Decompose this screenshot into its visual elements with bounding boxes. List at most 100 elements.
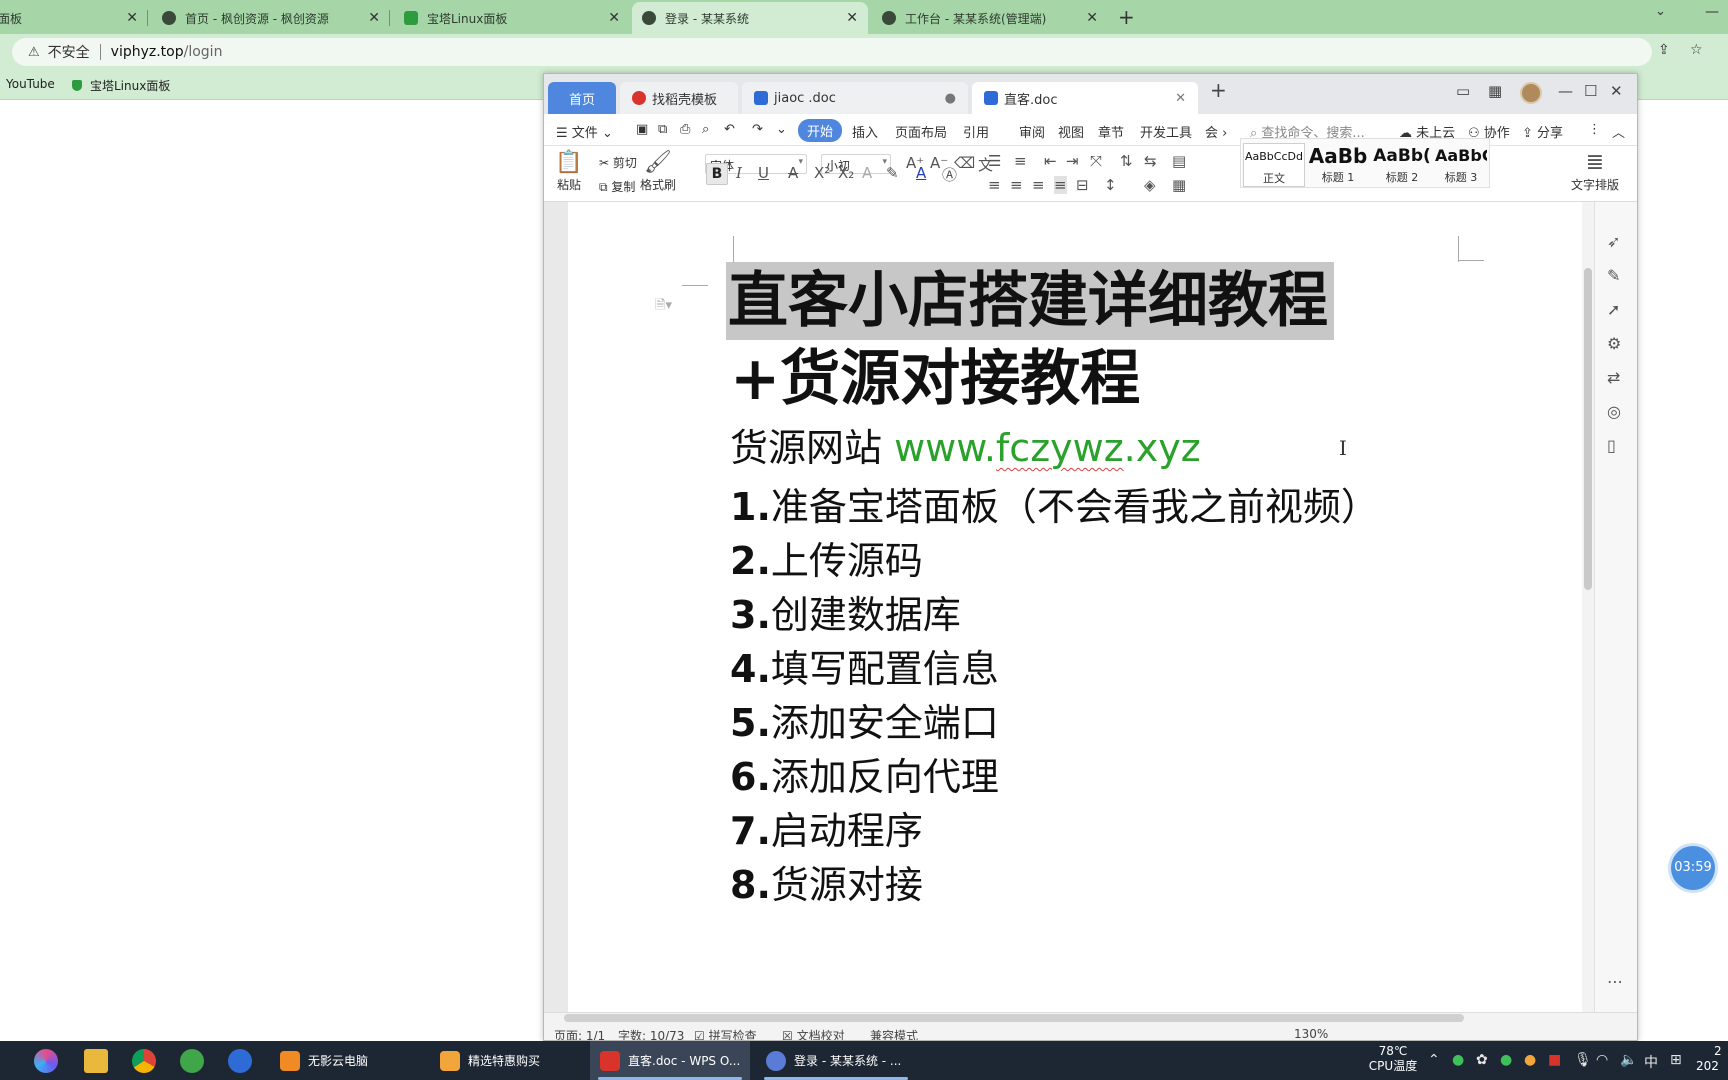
tab-more[interactable]: 会 › <box>1205 122 1227 141</box>
chevron-up-icon[interactable]: ⌃ <box>1428 1052 1440 1068</box>
align-left-icon[interactable]: ≡ <box>988 176 1001 194</box>
tab-review[interactable]: 审阅 <box>1019 122 1045 141</box>
wps-tab-template[interactable]: 找稻壳模板 <box>620 82 738 114</box>
bullet-list-icon[interactable]: ☰ <box>988 152 1001 170</box>
menu-file[interactable]: ☰ 文件 ⌄ <box>556 122 613 141</box>
line-spacing-icon[interactable]: ↕ <box>1104 176 1117 194</box>
taskbar-app-cloud-pc[interactable]: 无影云电脑 <box>270 1041 420 1080</box>
char-border-icon[interactable]: Ⓐ <box>942 164 957 185</box>
page-count[interactable]: 页面: 1/1 <box>554 1027 605 1040</box>
borders-icon[interactable]: ▦ <box>1172 176 1186 194</box>
browser-tab-baota[interactable]: 宝塔Linux面板 ✕ <box>394 2 630 34</box>
microphone-icon[interactable]: 🎙 <box>1574 1052 1592 1068</box>
tab-start[interactable]: 开始 <box>798 119 843 142</box>
avatar[interactable]: ● <box>1524 1052 1536 1068</box>
wechat-icon[interactable]: ● <box>1452 1052 1464 1068</box>
italic-button[interactable]: I <box>736 164 742 182</box>
superscript-button[interactable]: X² <box>814 164 830 182</box>
browser-tab-fengchuang[interactable]: 首页 - 枫创资源 - 枫创资源 ✕ <box>152 2 390 34</box>
avatar[interactable] <box>1520 82 1542 104</box>
book-icon[interactable]: ▯ <box>1607 436 1616 455</box>
clock[interactable]: 2 202 <box>1696 1044 1728 1074</box>
wps-tray-icon[interactable]: ■ <box>1548 1052 1561 1068</box>
scroll-thumb[interactable] <box>1584 268 1592 590</box>
zoom-level[interactable]: 130% <box>1294 1027 1328 1040</box>
tab-chapter[interactable]: 章节 <box>1098 122 1124 141</box>
wifi-icon[interactable]: ◠ <box>1596 1052 1608 1068</box>
justify-icon[interactable]: ≡ <box>1054 176 1067 194</box>
cut-button[interactable]: ✂ 剪切 <box>599 154 637 171</box>
wps-tab-zhike[interactable]: 直客.doc ✕ <box>972 82 1198 114</box>
browser-tab-panel[interactable]: 面板 ✕ <box>0 2 148 34</box>
paragraph-icon[interactable]: 🗎▾ <box>655 296 672 318</box>
copy-button[interactable]: ⧉ 复制 <box>599 178 635 195</box>
wps-tab-home[interactable]: 首页 <box>548 82 616 114</box>
text-layout-button[interactable]: ≣ 文字排版 <box>1568 150 1622 193</box>
table-ruler-icon[interactable]: ▤ <box>1172 152 1186 170</box>
underline-button[interactable]: U <box>758 164 769 182</box>
close-icon[interactable]: ✕ <box>1086 10 1098 26</box>
close-icon[interactable]: ✕ <box>846 10 858 26</box>
tab-insert[interactable]: 插入 <box>852 122 878 141</box>
print-icon[interactable]: ⎙ <box>680 122 690 137</box>
cursor-icon[interactable]: ➚ <box>1607 300 1620 319</box>
bookmark-baota[interactable]: 宝塔Linux面板 <box>72 77 170 94</box>
bookmark-youtube[interactable]: YouTube <box>6 77 55 91</box>
text-effect-icon[interactable]: A <box>862 164 872 182</box>
style-heading-2[interactable]: AaBb( 标题 2 <box>1371 143 1433 185</box>
align-center-icon[interactable]: ≡ <box>1010 176 1023 194</box>
format-painter-button[interactable]: 🖌 格式刷 <box>638 150 678 193</box>
taskbar-app-wps[interactable]: 直客.doc - WPS O... <box>590 1041 750 1080</box>
distributed-icon[interactable]: ⊟ <box>1076 176 1089 194</box>
chinese-layout-icon[interactable]: ⤧ <box>1090 152 1102 170</box>
wechat-icon[interactable]: ● <box>1500 1052 1512 1068</box>
undo-icon[interactable]: ↶ <box>724 122 735 137</box>
style-heading-1[interactable]: AaBb 标题 1 <box>1307 143 1369 185</box>
pen-icon[interactable]: ✎ <box>1607 266 1620 285</box>
document-page[interactable]: 🗎▾ 直客小店搭建详细教程 +货源对接教程 货源网站 www.fczywz.xy… <box>568 202 1592 1012</box>
word-count[interactable]: 字数: 10/73 <box>618 1027 684 1040</box>
collapse-ribbon-icon[interactable]: ︿ <box>1612 122 1625 141</box>
tab-layout[interactable]: 页面布局 <box>895 122 947 141</box>
close-icon[interactable]: ✕ <box>608 10 620 26</box>
maximize-icon[interactable]: ☐ <box>1584 82 1597 100</box>
strikethrough-button[interactable]: A <box>788 164 798 182</box>
taskbar-app-login[interactable]: 登录 - 某某系统 - ... <box>756 1041 916 1080</box>
taskbar-app-deals[interactable]: 精选特惠购买 <box>430 1041 580 1080</box>
export-icon[interactable]: ⧉ <box>658 122 667 137</box>
proofread[interactable]: ☒ 文档校对 <box>782 1027 845 1040</box>
settings-slider-icon[interactable]: ⚙ <box>1607 334 1621 353</box>
app-launcher-icon[interactable] <box>34 1049 58 1073</box>
style-normal[interactable]: AaBbCcDd 正文 <box>1243 143 1305 187</box>
minimize-icon[interactable]: — <box>1558 82 1573 100</box>
browser-tab-workbench[interactable]: 工作台 - 某某系统(管理端) ✕ <box>872 2 1108 34</box>
bold-button[interactable]: B <box>706 163 728 185</box>
tab-devtools[interactable]: 开发工具 <box>1140 122 1192 141</box>
source-url[interactable]: www.fczywz.xyz <box>894 426 1201 470</box>
address-input[interactable]: ⚠ 不安全 viphyz.top/login <box>12 38 1652 66</box>
font-size-select[interactable]: 小初 ▾ <box>821 154 891 174</box>
chrome-icon[interactable] <box>132 1049 156 1073</box>
close-window-icon[interactable]: ✕ <box>1610 82 1623 100</box>
close-icon[interactable]: ✕ <box>1175 91 1186 106</box>
clear-format-icon[interactable]: ⌫ <box>954 154 975 172</box>
tab-reference[interactable]: 引用 <box>963 122 989 141</box>
font-color-icon[interactable]: A <box>916 164 926 182</box>
customize-icon[interactable]: ⌄ <box>776 122 787 137</box>
highlight-icon[interactable]: ✎ <box>886 164 899 182</box>
ime-indicator[interactable]: 中 <box>1644 1052 1658 1072</box>
volume-icon[interactable]: 🔈 <box>1620 1052 1637 1068</box>
share-icon[interactable]: ⇪ <box>1658 42 1670 58</box>
indent-icon[interactable]: ⇥ <box>1066 152 1079 170</box>
keyboard-icon[interactable]: ⊞ <box>1670 1052 1682 1068</box>
new-tab-icon[interactable]: + <box>1118 5 1135 29</box>
redo-icon[interactable]: ↷ <box>752 122 763 137</box>
minimize-icon[interactable]: — <box>1705 4 1719 20</box>
location-icon[interactable]: ◎ <box>1607 402 1621 421</box>
recording-timer[interactable]: 03:59 <box>1671 846 1715 890</box>
tray-app-icon[interactable]: ✿ <box>1476 1052 1488 1068</box>
share-button[interactable]: ⇪ 分享 <box>1522 122 1563 141</box>
close-icon[interactable]: ✕ <box>126 10 138 26</box>
close-icon[interactable]: ✕ <box>368 10 380 26</box>
wps-tab-jiaoc[interactable]: jiaoc .doc ● <box>742 82 968 114</box>
